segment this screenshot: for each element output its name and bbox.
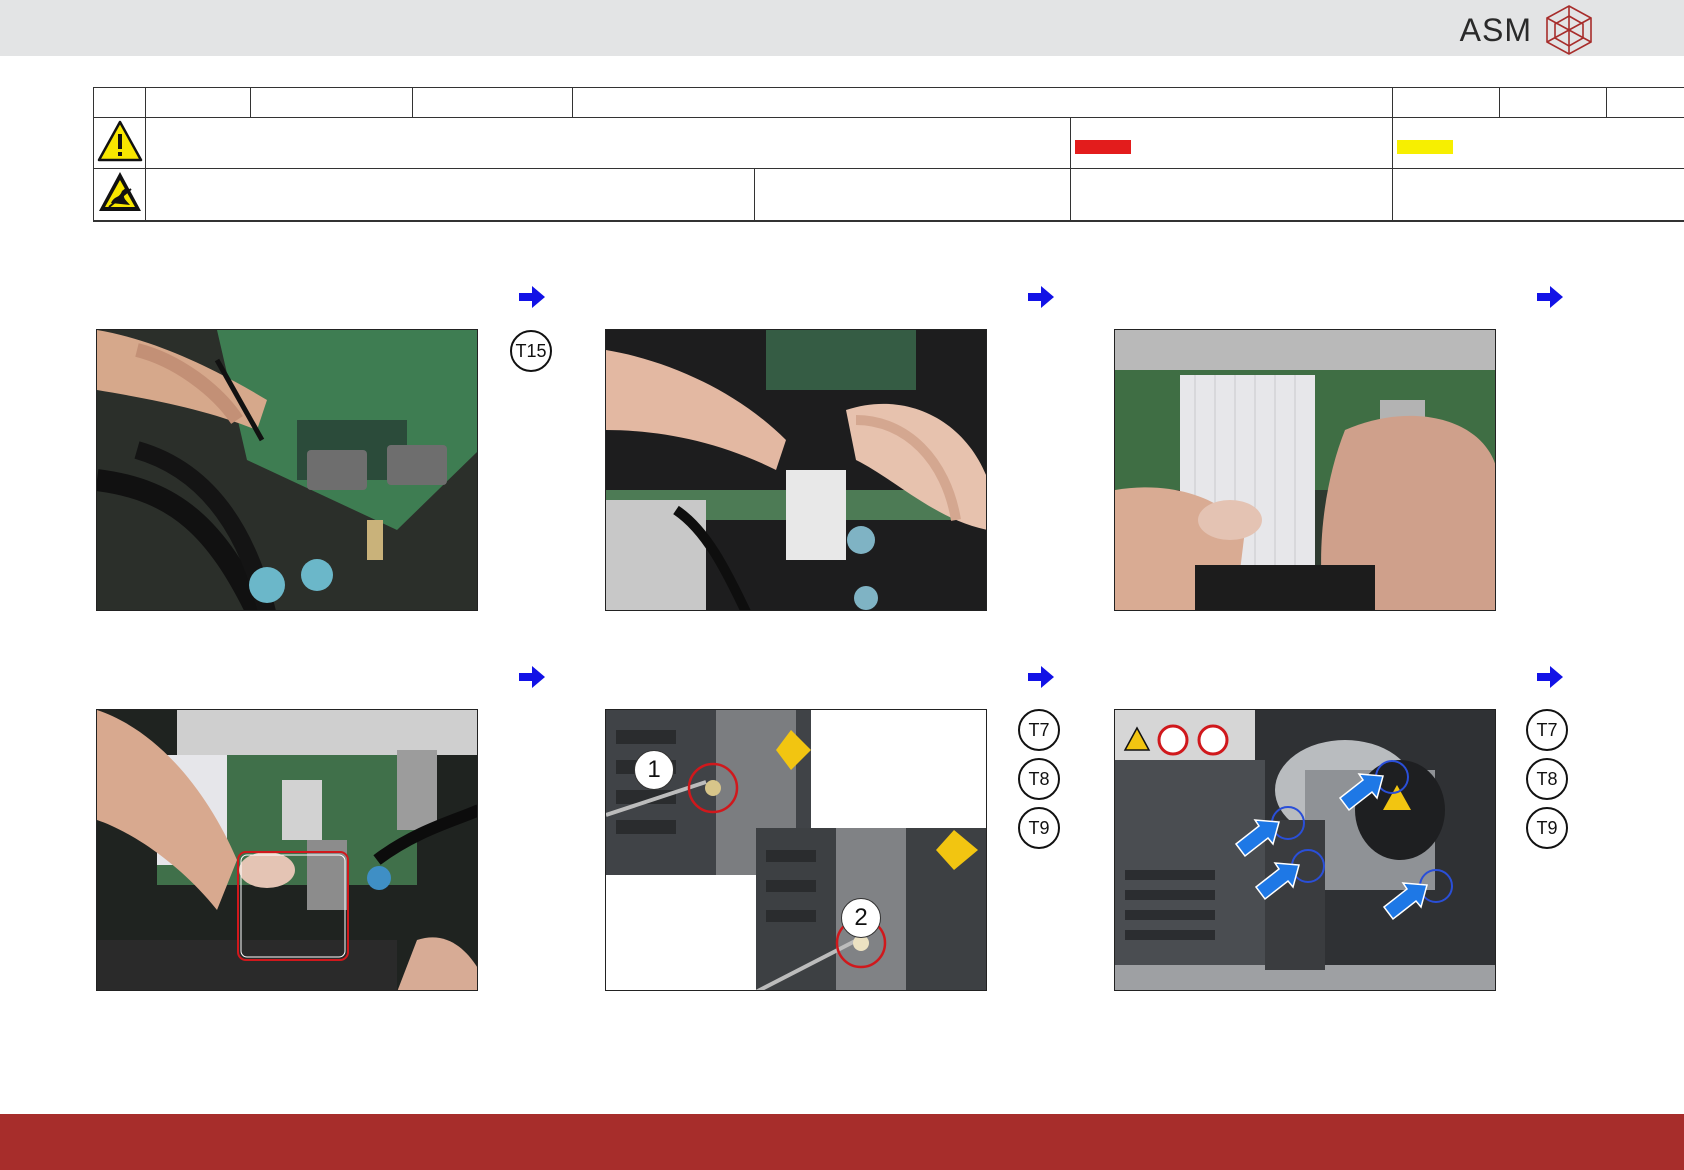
- callout-marker-2: 2: [841, 898, 881, 938]
- table-cell: [1606, 87, 1684, 118]
- step-5-photo: 1 2: [605, 709, 987, 991]
- next-arrow-icon: [1537, 286, 1563, 308]
- table-cell: [145, 87, 251, 118]
- next-arrow-icon: [519, 666, 545, 688]
- step-3-photo: [1114, 329, 1496, 611]
- table-cell: [1392, 87, 1501, 118]
- next-arrow-icon: [1028, 286, 1054, 308]
- danger-color-swatch: [1075, 140, 1131, 154]
- table-cell: [412, 87, 573, 118]
- table-cell: [754, 168, 1071, 222]
- table-cell: [1499, 87, 1608, 118]
- next-arrow-icon: [519, 286, 545, 308]
- table-cell: [145, 117, 1071, 169]
- brand-name: ASM: [1459, 11, 1532, 48]
- footer-bar: [0, 1114, 1684, 1170]
- tool-badge-t9: T9: [1526, 807, 1568, 849]
- warning-triangle-icon: [97, 120, 142, 161]
- callout-marker-1: 1: [634, 750, 674, 790]
- tool-badge-t8: T8: [1018, 758, 1060, 800]
- table-cell: [145, 168, 755, 222]
- step-6-photo: [1114, 709, 1496, 991]
- table-cell: [250, 87, 413, 118]
- step-4-photo: [96, 709, 478, 991]
- asm-logo: ASM: [1460, 4, 1594, 56]
- step-1-photo: [96, 329, 478, 611]
- next-arrow-icon: [1028, 666, 1054, 688]
- tool-badge-t15: T15: [510, 330, 552, 372]
- table-cell: [571, 87, 1394, 118]
- esd-warning-icon: [98, 172, 141, 211]
- asm-logo-icon: [1546, 5, 1592, 55]
- next-arrow-icon: [1537, 666, 1563, 688]
- warning-icon-cell: [93, 117, 146, 169]
- tool-badge-t8: T8: [1526, 758, 1568, 800]
- table-cell: [93, 87, 146, 118]
- warning-legend-cell: [1392, 117, 1684, 169]
- warning-color-swatch: [1397, 140, 1454, 154]
- table-cell: [1392, 168, 1684, 222]
- esd-icon-cell: [93, 168, 146, 222]
- info-table: [93, 87, 1684, 222]
- header-bar: [0, 0, 1684, 56]
- tool-badge-t7: T7: [1526, 709, 1568, 751]
- tool-badge-t7: T7: [1018, 709, 1060, 751]
- danger-legend-cell: [1069, 117, 1394, 169]
- table-cell: [1069, 168, 1394, 222]
- tool-badge-t9: T9: [1018, 807, 1060, 849]
- step-2-photo: [605, 329, 987, 611]
